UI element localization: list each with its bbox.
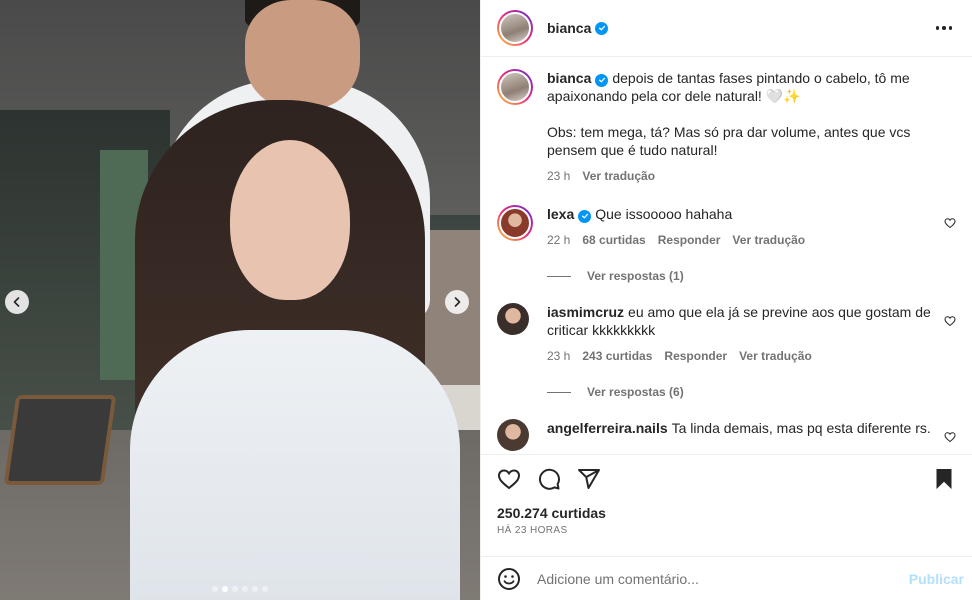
caption-time[interactable]: 23 h [547,167,570,185]
carousel-dot [242,586,248,592]
more-options-button[interactable] [930,20,959,36]
carousel-indicator [0,586,480,592]
bookmark-filled-icon[interactable] [932,467,956,491]
comment-avatar[interactable] [497,303,529,335]
post-modal: bianca bianca depois de tantas fases pin [0,0,972,600]
comment-input[interactable] [537,570,909,587]
send-icon[interactable] [577,467,601,491]
view-replies-button[interactable]: Ver respostas (1) [547,269,956,283]
verified-badge-icon [595,21,609,35]
carousel-prev-button[interactable] [5,290,29,314]
chevron-left-icon [13,297,20,307]
post-timestamp[interactable]: Há 23 horas [497,525,956,536]
verified-badge-icon [595,73,609,87]
likes-count[interactable]: 250.274 curtidas [497,505,956,521]
heart-icon[interactable] [497,467,521,491]
carousel-dot [252,586,258,592]
comment-likes[interactable]: 68 curtidas [582,231,645,249]
post-photo [0,0,480,600]
comment-avatar[interactable] [497,419,529,451]
publish-button[interactable]: Publicar [909,571,964,587]
post-header: bianca [481,0,972,57]
comment-like-heart-icon[interactable] [944,431,956,443]
caption-author-avatar[interactable] [497,69,533,105]
comment-item: lexa Que issooooo hahaha 22 h 68 curtida… [497,205,956,249]
post-media[interactable] [0,0,480,600]
author-username[interactable]: bianca [547,20,591,36]
more-options-icon [935,26,939,30]
comment-username[interactable]: lexa [547,206,574,222]
post-side-panel: bianca bianca depois de tantas fases pin [480,0,972,600]
carousel-dot [222,586,228,592]
carousel-dot [212,586,218,592]
verified-badge-icon [578,209,592,223]
comment-like-heart-icon[interactable] [944,315,956,327]
add-comment-bar: Publicar [481,556,972,600]
carousel-next-button[interactable] [445,290,469,314]
comments-list: bianca depois de tantas fases pintando o… [481,57,972,454]
comment-text: Ta linda demais, mas pq esta diferente r… [671,420,931,436]
translate-link[interactable]: Ver tradução [739,347,812,365]
post-actions: 250.274 curtidas Há 23 horas [481,454,972,556]
author-avatar[interactable] [497,10,533,46]
comment-item: angelferreira.nails Ta linda demais, mas … [497,419,956,451]
comment-icon[interactable] [537,467,561,491]
comment-username[interactable]: iasmimcruz [547,304,624,320]
comment-username[interactable]: angelferreira.nails [547,420,668,436]
comment-time[interactable]: 22 h [547,231,570,249]
emoji-icon[interactable] [497,567,521,591]
comment-text: Que issooooo hahaha [595,206,733,222]
comment-item: iasmimcruz eu amo que ela já se previne a… [497,303,956,365]
translate-link[interactable]: Ver tradução [732,231,805,249]
view-replies-label: Ver respostas (6) [587,385,684,399]
reply-button[interactable]: Responder [658,231,721,249]
comment-time[interactable]: 23 h [547,347,570,365]
carousel-dot [262,586,268,592]
carousel-dot [232,586,238,592]
view-replies-label: Ver respostas (1) [587,269,684,283]
reply-button[interactable]: Responder [664,347,727,365]
caption: bianca depois de tantas fases pintando o… [497,69,956,185]
chevron-right-icon [454,297,461,307]
caption-username[interactable]: bianca [547,70,591,86]
comment-like-heart-icon[interactable] [944,217,956,229]
comment-avatar[interactable] [497,205,533,241]
comment-likes[interactable]: 243 curtidas [582,347,652,365]
caption-translate-link[interactable]: Ver tradução [582,167,655,185]
view-replies-button[interactable]: Ver respostas (6) [547,385,956,399]
caption-text-note: Obs: tem mega, tá? Mas só pra dar volume… [547,124,911,158]
